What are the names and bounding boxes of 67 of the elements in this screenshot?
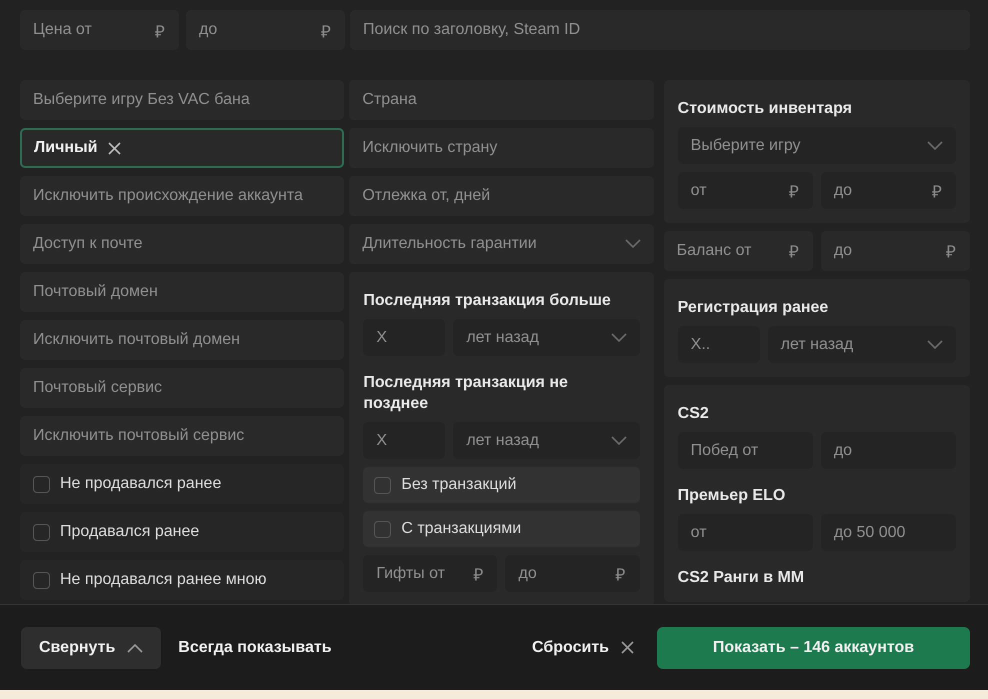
filter-field[interactable]: Исключить страну: [349, 128, 654, 168]
close-icon: [621, 641, 634, 654]
ruble-sign: ₽: [321, 22, 331, 42]
ruble-sign: ₽: [473, 564, 484, 585]
checkbox-row[interactable]: Без транзакций: [363, 467, 640, 503]
close-icon[interactable]: [108, 142, 121, 154]
number-field[interactable]: до: [820, 432, 956, 469]
dropdown[interactable]: лет назад: [453, 422, 640, 459]
ruble-sign: ₽: [616, 564, 626, 585]
filter-field[interactable]: Выберите игру Без VAC бана: [20, 80, 344, 120]
filter-field[interactable]: Отлежка от, дней: [349, 176, 654, 216]
number-field[interactable]: до 50 000: [820, 514, 956, 551]
number-field[interactable]: X: [363, 319, 446, 356]
section-heading: Стоимость инвентаря: [678, 99, 853, 119]
tag-label: Личный: [34, 139, 98, 157]
ruble-sign: ₽: [946, 242, 956, 262]
chevron-down-icon: [927, 340, 943, 350]
checkbox-row[interactable]: С транзакциями: [363, 511, 640, 547]
section-heading: CS2 Ранги в ММ: [678, 568, 806, 588]
dropdown[interactable]: Выберите игру: [678, 127, 956, 164]
checkbox-label: Не продавался ранее: [60, 475, 222, 493]
number-field[interactable]: от: [678, 514, 813, 551]
filter-field[interactable]: Доступ к почте: [20, 224, 344, 264]
section-heading: Регистрация ранее: [678, 298, 830, 318]
chevron-down-icon: [927, 140, 943, 150]
checkbox-label: Без транзакций: [401, 476, 516, 494]
ruble-sign: ₽: [788, 181, 799, 202]
number-field[interactable]: Побед от: [678, 432, 813, 469]
number-field[interactable]: X: [363, 422, 446, 459]
checkbox[interactable]: [33, 524, 50, 540]
filter-field[interactable]: Исключить происхождение аккаунта: [20, 176, 344, 216]
dropdown[interactable]: лет назад: [453, 319, 640, 356]
filter-field[interactable]: Исключить почтовый сервис: [20, 416, 344, 456]
checkbox[interactable]: [374, 520, 392, 538]
reset-button[interactable]: Сбросить: [532, 638, 634, 656]
chevron-down-icon: [610, 436, 627, 446]
show-results-button[interactable]: Показать – 146 аккаунтов: [657, 626, 970, 668]
ruble-sign: ₽: [932, 181, 942, 202]
checkbox[interactable]: [374, 476, 392, 494]
chevron-down-icon: [624, 239, 641, 249]
section-heading: Премьер ELO: [678, 486, 786, 506]
tag-field[interactable]: Личный: [20, 128, 344, 168]
checkbox[interactable]: [33, 572, 50, 588]
filter-field[interactable]: Исключить почтовый домен: [20, 320, 344, 360]
section-heading: CS2: [678, 404, 710, 424]
dropdown[interactable]: лет назад: [768, 326, 956, 363]
ruble-sign: ₽: [788, 242, 799, 262]
checkbox-label: С транзакциями: [401, 520, 522, 538]
number-field[interactable]: X..: [678, 326, 760, 363]
chevron-down-icon: [610, 332, 627, 342]
always-show-link[interactable]: Всегда показывать: [178, 638, 332, 656]
ruble-sign: ₽: [155, 22, 165, 42]
search-field[interactable]: Поиск по заголовку, Steam ID: [350, 10, 970, 50]
checkbox[interactable]: [33, 476, 50, 492]
section-heading: Последняя транзакция больше: [363, 291, 612, 311]
dropdown[interactable]: Длительность гарантии: [349, 224, 654, 264]
checkbox-label: Не продавался ранее мною: [60, 571, 267, 589]
checkbox-row[interactable]: Продавался ранее: [20, 512, 344, 552]
filter-field[interactable]: Страна: [349, 80, 654, 120]
filter-field[interactable]: Почтовый домен: [20, 272, 344, 312]
collapse-button[interactable]: Свернуть: [21, 626, 162, 668]
checkbox-row[interactable]: Не продавался ранее: [20, 464, 344, 504]
section-heading: Последняя транзакция не позднее: [363, 373, 569, 414]
filter-field[interactable]: Почтовый сервис: [20, 368, 344, 408]
chevron-up-icon: [127, 642, 144, 652]
checkbox-label: Продавался ранее: [60, 523, 200, 541]
checkbox-row[interactable]: Не продавался ранее мною: [20, 560, 344, 600]
